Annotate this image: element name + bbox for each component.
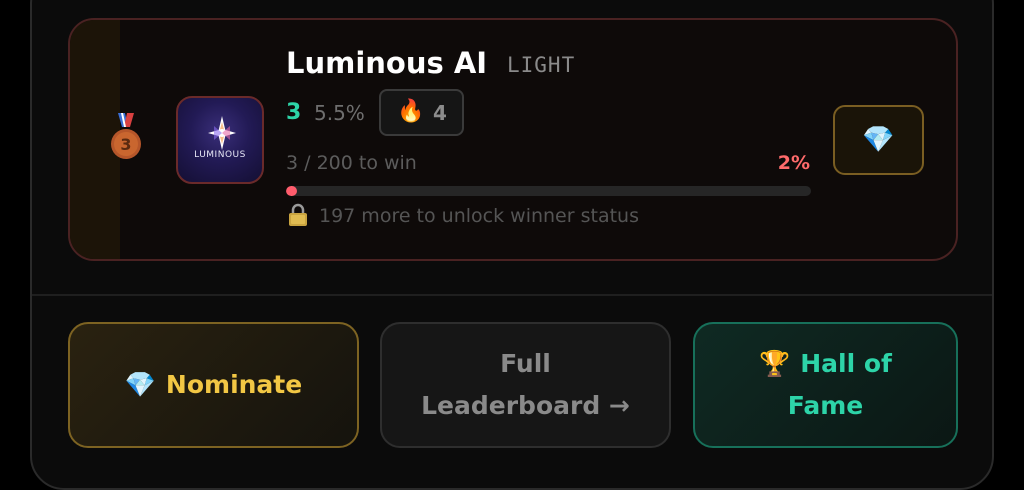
gem-icon: 💎: [862, 125, 895, 155]
trophy-icon: 🏆: [759, 349, 791, 378]
progress-label: 3 / 200 to win: [286, 152, 417, 174]
hall-of-fame-button[interactable]: 🏆 Hall of Fame: [693, 322, 958, 448]
fame-label-line2: Fame: [787, 391, 864, 420]
vote-percentage: 5.5%: [314, 101, 365, 125]
leaderboard-label-line2: Leaderboard →: [421, 391, 630, 420]
lock-icon: [289, 203, 307, 226]
unlock-hint: 197 more to unlock winner status: [319, 205, 639, 227]
streak-count: 4: [433, 101, 447, 125]
streak-badge: 🔥 4: [379, 89, 464, 136]
app-logo[interactable]: LUMINOUS: [176, 96, 264, 184]
gem-icon: 💎: [124, 370, 156, 399]
app-name[interactable]: Luminous AI: [286, 46, 487, 80]
full-leaderboard-button[interactable]: Full Leaderboard →: [380, 322, 671, 448]
progress-bar-fill: [286, 186, 297, 196]
app-category-tag: LIGHT: [507, 53, 576, 77]
fame-label-line1: Hall of: [800, 349, 892, 378]
leaderboard-label-line1: Full: [500, 349, 551, 378]
medal-rank-label: 3: [120, 135, 131, 154]
nominate-button[interactable]: 💎 Nominate: [68, 322, 359, 448]
progress-bar: [286, 186, 811, 196]
nominate-label: Nominate: [165, 370, 303, 399]
section-divider: [32, 294, 992, 296]
logo-wordmark: LUMINOUS: [194, 150, 246, 160]
progress-percent: 2%: [777, 152, 810, 174]
bronze-medal-icon: 3: [111, 113, 141, 159]
sparkle-icon: [208, 116, 236, 150]
fire-icon: 🔥: [397, 99, 425, 124]
rank-number: 3: [286, 100, 302, 125]
nominate-gem-button[interactable]: 💎: [833, 105, 924, 175]
